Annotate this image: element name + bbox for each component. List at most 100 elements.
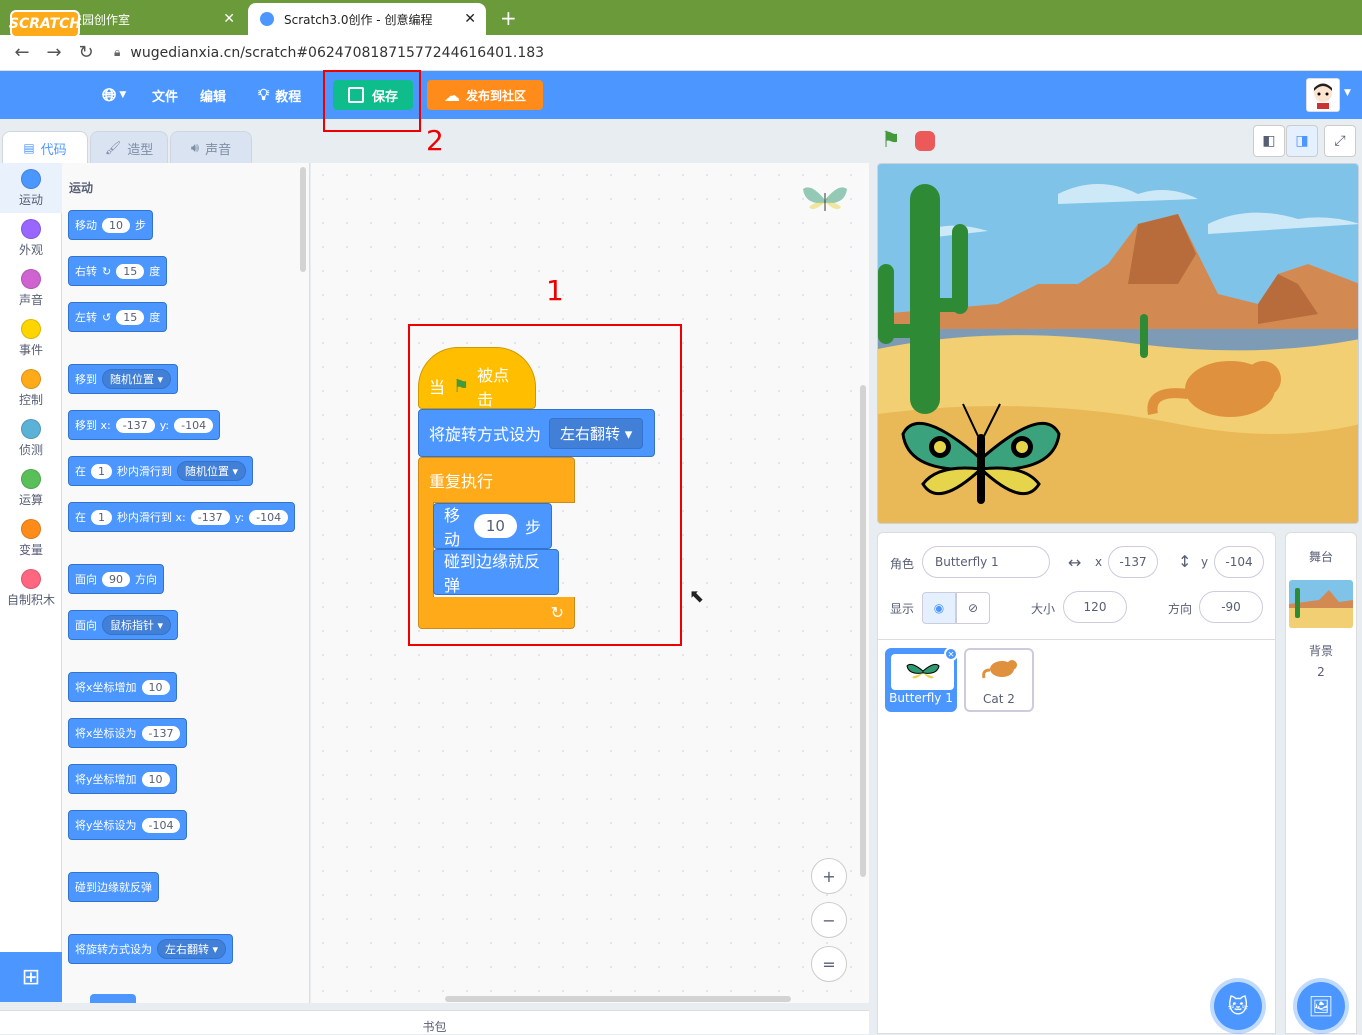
language-menu[interactable]: 🌐︎ ▼ (102, 71, 126, 119)
size-input[interactable]: 120 (1063, 591, 1127, 623)
delete-sprite-icon[interactable]: ✕ (944, 647, 958, 661)
tab-code[interactable]: ▤ 代码 (2, 131, 88, 164)
block-input[interactable]: 15 (116, 309, 145, 325)
browser-tab-2[interactable]: Scratch3.0创作 - 创意编程 ✕ (248, 3, 486, 35)
sprite-name-input[interactable]: Butterfly 1 (922, 546, 1050, 578)
block-input[interactable]: 10 (102, 217, 130, 233)
edit-menu[interactable]: 编辑 (200, 71, 226, 119)
block-change-x[interactable]: 将x坐标增加 10 (68, 672, 177, 702)
block-goto-xy[interactable]: 移到 x: -137 y: -104 (68, 410, 221, 440)
category-dot-icon (21, 468, 41, 489)
palette-scrollbar[interactable] (300, 167, 306, 272)
block-input[interactable]: 15 (116, 263, 145, 279)
small-stage-button[interactable]: ◧ (1253, 125, 1285, 157)
block-set-x[interactable]: 将x坐标设为 -137 (68, 718, 188, 748)
category-events[interactable]: 事件 (0, 313, 62, 363)
green-flag-button[interactable]: ⚑ (881, 128, 901, 153)
block-input[interactable]: 90 (102, 571, 130, 587)
block-dropdown[interactable]: 随机位置 ▾ (102, 369, 172, 389)
zoom-out-button[interactable]: − (811, 902, 847, 938)
stop-button[interactable] (915, 131, 935, 151)
address-bar: ← → ↻ 🔒︎ wugedianxia.cn/scratch#06247081… (0, 35, 1362, 71)
category-operators[interactable]: 运算 (0, 463, 62, 513)
close-tab-icon[interactable]: ✕ (464, 11, 476, 27)
forward-arrow-icon[interactable]: → (38, 42, 70, 63)
file-menu[interactable]: 文件 (152, 71, 178, 119)
block-input[interactable]: -137 (115, 417, 155, 433)
block-dropdown[interactable]: 随机位置 ▾ (177, 461, 247, 481)
publish-button[interactable]: ☁︎ 发布到社区 (427, 80, 543, 110)
y-position-input[interactable]: -104 (1214, 546, 1264, 578)
block-turn-left[interactable]: 左转 ↺ 15 度 (68, 302, 168, 332)
block-glide-xy[interactable]: 在 1 秒内滑行到 x: -137 y: -104 (68, 502, 296, 532)
tutorials-menu[interactable]: 💡︎ 教程 (258, 71, 301, 119)
block-turn-right[interactable]: 右转 ↻ 15 度 (68, 256, 168, 286)
block-input[interactable]: -104 (174, 417, 214, 433)
block-set-y[interactable]: 将y坐标设为 -104 (68, 810, 188, 840)
block-text: 秒内滑行到 (117, 465, 172, 478)
new-tab-button[interactable]: + (500, 6, 517, 30)
block-move[interactable]: 移动 10 步 (68, 210, 153, 240)
url-field[interactable]: 🔒︎ wugedianxia.cn/scratch#06247081871577… (114, 45, 544, 61)
rotate-right-icon: ↻ (102, 264, 112, 278)
block-input[interactable]: -137 (141, 725, 181, 741)
block-input[interactable]: -137 (190, 509, 230, 525)
sprite-tile-cat[interactable]: Cat 2 (964, 648, 1034, 712)
add-extension-button[interactable]: ⊞ (0, 952, 62, 1002)
back-arrow-icon[interactable]: ← (6, 42, 38, 63)
block-partial[interactable] (90, 994, 136, 1003)
direction-input[interactable]: -90 (1199, 591, 1263, 623)
block-input[interactable]: -104 (249, 509, 289, 525)
block-rotation-style[interactable]: 将旋转方式设为 左右翻转 ▾ (68, 934, 234, 964)
chevron-down-icon[interactable]: ▼ (1344, 88, 1351, 98)
show-visible-button[interactable]: ◉ (922, 592, 956, 624)
block-input[interactable]: 1 (91, 463, 112, 479)
sprite-tile-butterfly[interactable]: ✕ Butterfly 1 (885, 647, 958, 712)
fullscreen-button[interactable]: ⤢ (1324, 125, 1356, 157)
block-dropdown[interactable]: 鼠标指针 ▾ (102, 615, 172, 635)
dropdown-value: 左右翻转 (165, 943, 209, 956)
block-input[interactable]: 10 (141, 679, 170, 695)
backpack[interactable]: 书包 (0, 1010, 869, 1034)
workspace-h-scrollbar[interactable] (445, 996, 791, 1002)
category-variables[interactable]: 变量 (0, 513, 62, 563)
tab-sounds[interactable]: 🔊︎ 声音 (170, 131, 252, 164)
show-hidden-button[interactable]: ⊘ (956, 592, 990, 624)
category-myblocks[interactable]: 自制积木 (0, 563, 62, 613)
normal-stage-button[interactable]: ◨ (1286, 125, 1318, 157)
block-input[interactable]: -104 (141, 817, 181, 833)
x-position-input[interactable]: -137 (1108, 546, 1158, 578)
reload-icon[interactable]: ↻ (70, 42, 102, 63)
zoom-in-button[interactable]: + (811, 858, 847, 894)
zoom-reset-button[interactable]: = (811, 946, 847, 982)
stage-title: 舞台 (1308, 550, 1333, 564)
small-stage-icon: ◧ (1262, 133, 1276, 149)
user-avatar[interactable] (1306, 78, 1340, 112)
add-sprite-button[interactable]: 🐱︎ (1214, 982, 1262, 1030)
scratch-logo[interactable]: SCRATCH (9, 10, 81, 38)
block-glide[interactable]: 在 1 秒内滑行到 随机位置 ▾ (68, 456, 254, 486)
block-change-y[interactable]: 将y坐标增加 10 (68, 764, 177, 794)
category-label: 事件 (18, 342, 43, 357)
add-backdrop-button[interactable]: 🖼︎ (1297, 982, 1345, 1030)
tab-costumes[interactable]: 🖌︎ 造型 (90, 131, 168, 164)
block-point-towards[interactable]: 面向 鼠标指针 ▾ (68, 610, 179, 640)
category-sensing[interactable]: 侦测 (0, 413, 62, 463)
category-motion[interactable]: 运动 (0, 163, 62, 213)
stage-canvas[interactable] (877, 163, 1359, 524)
block-bounce[interactable]: 碰到边缘就反弹 (68, 872, 159, 902)
block-point-direction[interactable]: 面向 90 方向 (68, 564, 164, 594)
category-looks[interactable]: 外观 (0, 213, 62, 263)
tab-sounds-label: 声音 (205, 142, 232, 158)
block-dropdown[interactable]: 左右翻转 ▾ (157, 939, 227, 959)
category-dot-icon (21, 268, 41, 289)
workspace-v-scrollbar[interactable] (860, 385, 866, 877)
category-control[interactable]: 控制 (0, 363, 62, 413)
x-label: x (1095, 555, 1103, 569)
block-input[interactable]: 1 (91, 509, 112, 525)
close-tab-icon[interactable]: ✕ (223, 11, 235, 27)
block-input[interactable]: 10 (141, 771, 170, 787)
category-label: 运算 (18, 492, 43, 507)
block-goto[interactable]: 移到 随机位置 ▾ (68, 364, 179, 394)
category-sound[interactable]: 声音 (0, 263, 62, 313)
